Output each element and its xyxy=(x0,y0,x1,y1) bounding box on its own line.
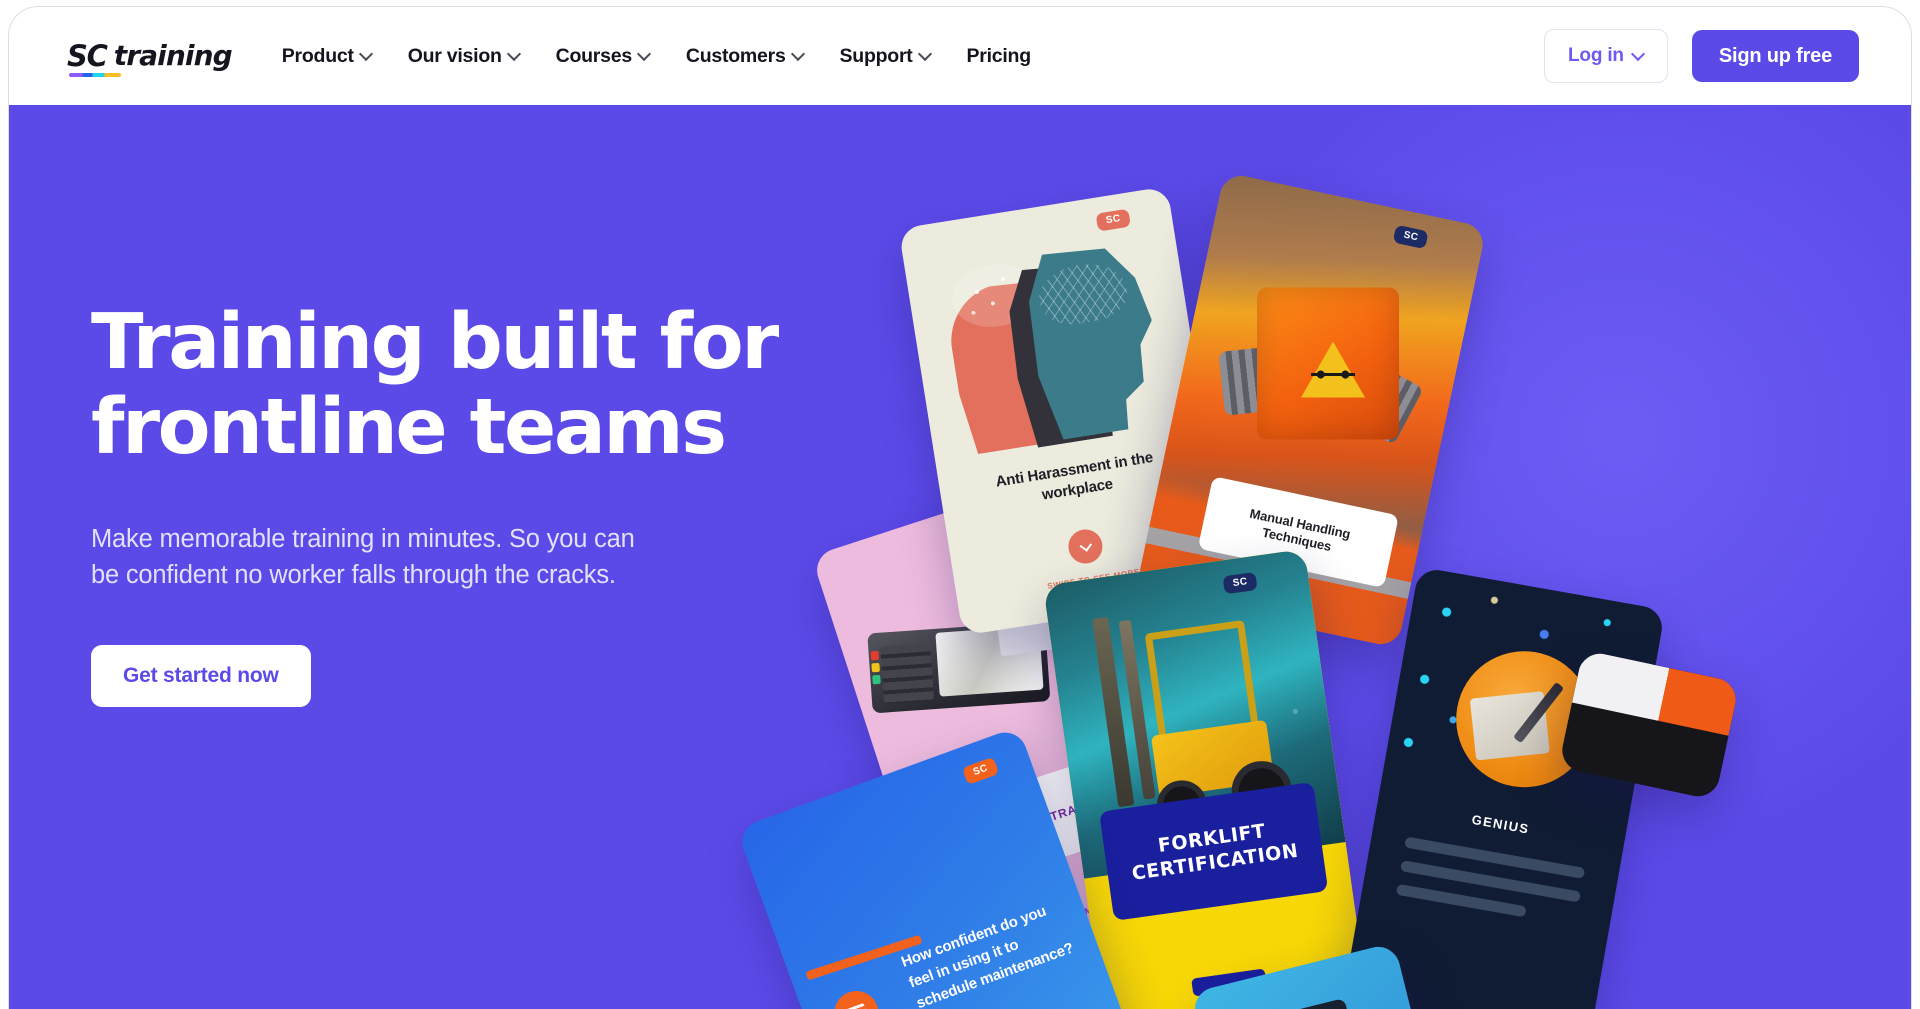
nav-item-pricing[interactable]: Pricing xyxy=(949,35,1049,78)
course-card-collage: SC POS SYSTEM TRAI xyxy=(736,105,1911,1009)
brand-logo[interactable]: SC training xyxy=(67,38,233,77)
placeholder-text-lines xyxy=(1394,836,1586,939)
hero-copy-block: Training built for frontline teams Make … xyxy=(91,300,851,708)
chevron-down-icon xyxy=(509,49,520,60)
nav-item-product[interactable]: Product xyxy=(264,35,390,78)
card-badge: SC xyxy=(962,756,1000,785)
logo-mark-text: SC xyxy=(67,38,108,73)
notebook-icon xyxy=(1469,691,1550,761)
primary-navigation: Product Our vision Courses Customers Sup… xyxy=(264,35,1049,78)
quiz-question-text: How confident do you feel in using it to… xyxy=(899,902,1076,1009)
page-root: SC training Product Our vision Courses C… xyxy=(0,0,1920,1009)
hero-title-line-2: frontline teams xyxy=(91,383,727,473)
signup-free-button[interactable]: Sign up free xyxy=(1691,30,1859,82)
login-button[interactable]: Log in xyxy=(1544,29,1668,83)
hero-subtitle: Make memorable training in minutes. So y… xyxy=(91,521,771,593)
pos-terminal-keypad xyxy=(880,643,935,705)
site-header: SC training Product Our vision Courses C… xyxy=(9,7,1911,105)
hero-title-line-1: Training built for xyxy=(91,298,779,387)
chevron-down-icon xyxy=(639,49,650,60)
nav-item-support[interactable]: Support xyxy=(822,35,949,78)
nav-item-label: Support xyxy=(839,44,913,67)
chevron-down-icon xyxy=(793,49,804,60)
nav-item-customers[interactable]: Customers xyxy=(668,35,822,78)
nav-item-courses[interactable]: Courses xyxy=(538,35,668,78)
browser-viewport-frame: SC training Product Our vision Courses C… xyxy=(8,6,1912,1009)
nav-item-our-vision[interactable]: Our vision xyxy=(390,35,538,78)
logo-gradient-underline-icon xyxy=(69,72,121,77)
card-next-button[interactable] xyxy=(1065,527,1105,566)
logo-wordmark-text: training xyxy=(113,39,233,72)
hero-subtitle-line-1: Make memorable training in minutes. So y… xyxy=(91,524,635,553)
chevron-down-icon xyxy=(1633,49,1644,60)
get-started-button[interactable]: Get started now xyxy=(91,645,311,708)
card-badge: SC xyxy=(1095,208,1131,232)
nav-item-label: Pricing xyxy=(966,44,1032,67)
quiz-icon-circle xyxy=(828,984,885,1009)
nav-item-label: Courses xyxy=(555,44,633,67)
card-badge: SC xyxy=(1392,224,1429,250)
orange-crate-illustration xyxy=(1257,287,1400,440)
hero-subtitle-line-2: be confident no worker falls through the… xyxy=(91,561,616,590)
header-actions: Log in Sign up free xyxy=(1544,29,1859,83)
login-button-label: Log in xyxy=(1568,45,1624,66)
nav-item-label: Product xyxy=(281,44,354,67)
chevron-down-icon xyxy=(920,49,931,60)
nav-item-label: Customers xyxy=(685,44,786,67)
page-title: Training built for frontline teams xyxy=(91,300,851,471)
nav-item-label: Our vision xyxy=(407,44,502,67)
teal-card-inner-panel xyxy=(1227,998,1366,1009)
chevron-down-icon xyxy=(361,49,372,60)
list-lines-icon xyxy=(844,1002,869,1009)
hero-section: Training built for frontline teams Make … xyxy=(9,105,1911,1009)
hazard-triangle-icon xyxy=(1301,341,1366,398)
two-heads-illustration xyxy=(931,231,1185,464)
pos-terminal-status-lights xyxy=(870,650,881,687)
